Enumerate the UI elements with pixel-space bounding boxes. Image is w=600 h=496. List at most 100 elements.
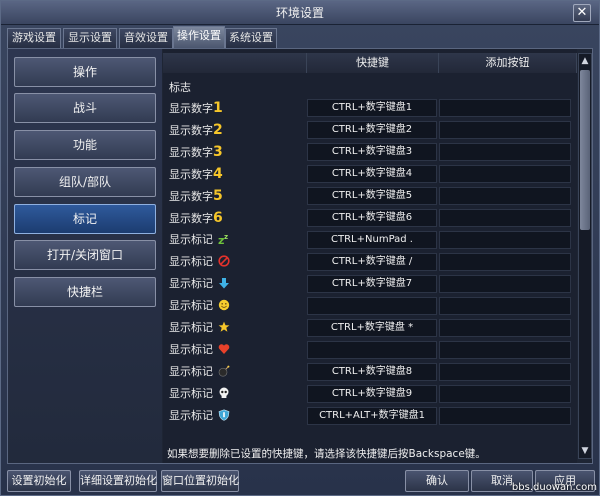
table-row[interactable]: 显示数字6 CTRL+数字键盘6 bbox=[163, 207, 577, 229]
section-label: 标志 bbox=[169, 81, 191, 94]
tab-audio-settings[interactable]: 音效设置 bbox=[119, 28, 173, 48]
scroll-thumb[interactable] bbox=[580, 70, 590, 230]
shortcut-cell[interactable]: CTRL+数字键盘 / bbox=[307, 253, 437, 271]
number-3-icon: 3 bbox=[213, 144, 223, 160]
reset-detail-settings-button[interactable]: 详细设置初始化 bbox=[79, 470, 157, 492]
settings-window: 环境设置 ✕ 游戏设置 显示设置 音效设置 操作设置 系统设置 操作 战斗 功能… bbox=[0, 0, 600, 496]
skull-icon bbox=[219, 387, 228, 398]
table-row[interactable]: 显示标记 CTRL+数字键盘8 bbox=[163, 361, 577, 383]
add-button-cell[interactable] bbox=[439, 341, 571, 359]
row-label: 显示标记 bbox=[169, 295, 303, 317]
scrollbar[interactable]: ▲ ▼ bbox=[578, 53, 592, 459]
scroll-up-arrow-icon[interactable]: ▲ bbox=[579, 55, 591, 67]
table-row[interactable]: 显示标记 CTRL+数字键盘 * bbox=[163, 317, 577, 339]
row-label: 显示标记 bbox=[169, 383, 303, 405]
menu-item-function[interactable]: 功能 bbox=[14, 130, 156, 160]
row-label: 显示标记 zz bbox=[169, 233, 228, 246]
number-6-icon: 6 bbox=[213, 210, 223, 226]
row-label: 显示标记 bbox=[169, 361, 303, 383]
shortcut-cell[interactable]: CTRL+数字键盘9 bbox=[307, 385, 437, 403]
shortcut-cell[interactable]: CTRL+数字键盘6 bbox=[307, 209, 437, 227]
column-header-shortcut: 快捷键 bbox=[307, 53, 439, 73]
add-button-cell[interactable] bbox=[439, 407, 571, 425]
shortcut-table: 快捷键 添加按钮 标志 显示数字1 CTRL+数字键盘1 显示数字2 CTRL+… bbox=[163, 49, 577, 463]
hint-text: 如果想要删除已设置的快捷键，请选择该快捷键后按Backspace键。 bbox=[167, 445, 577, 463]
close-button[interactable]: ✕ bbox=[573, 4, 591, 22]
shortcut-cell[interactable]: CTRL+数字键盘1 bbox=[307, 99, 437, 117]
content-frame: 操作 战斗 功能 组队/部队 标记 打开/关闭窗口 快捷栏 快捷键 添加按钮 标… bbox=[7, 48, 593, 464]
row-label: 显示数字2 bbox=[169, 122, 223, 138]
table-row[interactable]: 显示数字3 CTRL+数字键盘3 bbox=[163, 141, 577, 163]
shortcut-cell[interactable]: CTRL+数字键盘2 bbox=[307, 121, 437, 139]
number-2-icon: 2 bbox=[213, 122, 223, 138]
reset-window-position-button[interactable]: 窗口位置初始化 bbox=[161, 470, 239, 492]
row-label: 显示数字1 bbox=[169, 100, 223, 116]
zzz-icon: zz bbox=[218, 233, 228, 245]
shortcut-cell[interactable]: CTRL+NumPad . bbox=[307, 231, 437, 249]
menu-item-open-close-window[interactable]: 打开/关闭窗口 bbox=[14, 240, 156, 270]
menu-item-markers[interactable]: 标记 bbox=[14, 204, 156, 234]
row-label: 显示数字3 bbox=[169, 144, 223, 160]
menu-item-party[interactable]: 组队/部队 bbox=[14, 167, 156, 197]
tab-system-settings[interactable]: 系统设置 bbox=[225, 28, 277, 48]
table-row[interactable]: 显示数字4 CTRL+数字键盘4 bbox=[163, 163, 577, 185]
add-button-cell[interactable] bbox=[439, 209, 571, 227]
add-button-cell[interactable] bbox=[439, 143, 571, 161]
shortcut-cell[interactable] bbox=[307, 341, 437, 359]
add-button-cell[interactable] bbox=[439, 165, 571, 183]
bomb-icon bbox=[218, 365, 229, 377]
table-row[interactable]: 显示数字1 CTRL+数字键盘1 bbox=[163, 97, 577, 119]
table-row[interactable]: 显示数字5 CTRL+数字键盘5 bbox=[163, 185, 577, 207]
shortcut-cell[interactable]: CTRL+数字键盘3 bbox=[307, 143, 437, 161]
menu-item-hotbar[interactable]: 快捷栏 bbox=[14, 277, 156, 307]
smiley-icon bbox=[218, 299, 229, 311]
shortcut-cell[interactable]: CTRL+数字键盘7 bbox=[307, 275, 437, 293]
shortcut-cell[interactable]: CTRL+ALT+数字键盘1 bbox=[307, 407, 437, 425]
tab-control-settings[interactable]: 操作设置 bbox=[173, 26, 225, 48]
shortcut-cell[interactable]: CTRL+数字键盘5 bbox=[307, 187, 437, 205]
shortcut-cell[interactable] bbox=[307, 297, 437, 315]
add-button-cell[interactable] bbox=[439, 275, 571, 293]
reset-settings-button[interactable]: 设置初始化 bbox=[7, 470, 71, 492]
down-arrow-icon bbox=[218, 278, 229, 289]
row-label: 显示数字6 bbox=[169, 210, 223, 226]
add-button-cell[interactable] bbox=[439, 231, 571, 249]
add-button-cell[interactable] bbox=[439, 297, 571, 315]
row-label: 显示标记 bbox=[169, 339, 303, 361]
add-button-cell[interactable] bbox=[439, 319, 571, 337]
row-label: 显示标记 bbox=[169, 251, 303, 273]
add-button-cell[interactable] bbox=[439, 385, 571, 403]
column-header-add-button: 添加按钮 bbox=[439, 53, 577, 73]
star-icon bbox=[218, 321, 229, 332]
add-button-cell[interactable] bbox=[439, 187, 571, 205]
watermark: bbs.duowan.com bbox=[511, 482, 597, 493]
shortcut-cell[interactable]: CTRL+数字键盘8 bbox=[307, 363, 437, 381]
table-row[interactable]: 显示标记 bbox=[163, 339, 577, 361]
add-button-cell[interactable] bbox=[439, 121, 571, 139]
shortcut-cell[interactable]: CTRL+数字键盘4 bbox=[307, 165, 437, 183]
tab-display-settings[interactable]: 显示设置 bbox=[63, 28, 117, 48]
row-label: 显示标记 bbox=[169, 317, 303, 339]
table-row[interactable]: 显示标记 zz CTRL+NumPad . bbox=[163, 229, 577, 251]
table-row[interactable]: 显示标记 CTRL+ALT+数字键盘1 bbox=[163, 405, 577, 427]
table-row[interactable]: 显示数字2 CTRL+数字键盘2 bbox=[163, 119, 577, 141]
menu-item-combat[interactable]: 战斗 bbox=[14, 93, 156, 123]
add-button-cell[interactable] bbox=[439, 99, 571, 117]
menu-item-operation[interactable]: 操作 bbox=[14, 57, 156, 87]
number-4-icon: 4 bbox=[213, 166, 223, 182]
shield-icon bbox=[218, 409, 229, 421]
category-menu: 操作 战斗 功能 组队/部队 标记 打开/关闭窗口 快捷栏 bbox=[8, 49, 162, 463]
ok-button[interactable]: 确认 bbox=[405, 470, 469, 492]
shortcut-cell[interactable]: CTRL+数字键盘 * bbox=[307, 319, 437, 337]
table-row[interactable]: 显示标记 bbox=[163, 295, 577, 317]
table-row[interactable]: 显示标记 CTRL+数字键盘7 bbox=[163, 273, 577, 295]
add-button-cell[interactable] bbox=[439, 253, 571, 271]
close-icon: ✕ bbox=[576, 5, 588, 20]
tab-game-settings[interactable]: 游戏设置 bbox=[7, 28, 61, 48]
row-label: 显示数字5 bbox=[169, 188, 223, 204]
table-row[interactable]: 显示标记 CTRL+数字键盘9 bbox=[163, 383, 577, 405]
table-row[interactable]: 显示标记 CTRL+数字键盘 / bbox=[163, 251, 577, 273]
row-label: 显示标记 bbox=[169, 273, 303, 295]
add-button-cell[interactable] bbox=[439, 363, 571, 381]
scroll-down-arrow-icon[interactable]: ▼ bbox=[579, 445, 591, 457]
